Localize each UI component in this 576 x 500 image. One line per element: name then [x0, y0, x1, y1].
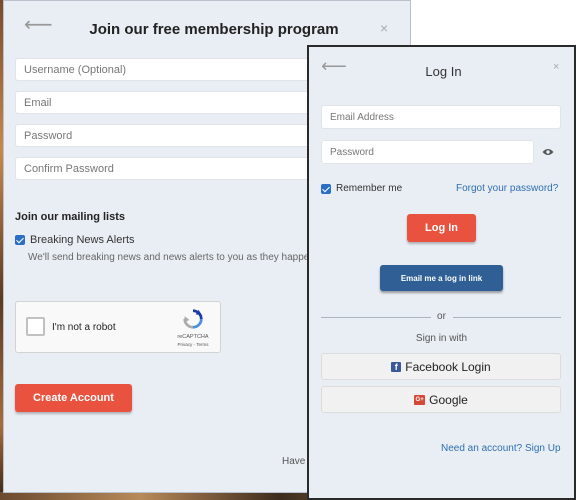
recaptcha-terms-link[interactable]: Privacy - Terms: [171, 342, 215, 347]
login-modal: ⟵ Log In × Email Address Password Rememb…: [307, 45, 576, 500]
back-arrow-icon[interactable]: ⟵: [24, 15, 53, 35]
google-plus-icon: G+: [414, 394, 426, 405]
sign-in-with-label: Sign in with: [415, 333, 468, 344]
close-icon[interactable]: ×: [553, 62, 559, 73]
password-field[interactable]: Password: [321, 140, 534, 164]
google-login-button[interactable]: G+ Google: [321, 386, 561, 413]
close-icon[interactable]: ×: [380, 21, 388, 35]
login-button[interactable]: Log In: [407, 214, 476, 242]
recaptcha-brand: reCAPTCHA: [177, 334, 209, 340]
recaptcha-widget: I'm not a robot reCAPTCHA Privacy - Term…: [15, 301, 221, 353]
email-login-link-button[interactable]: Email me a log in link: [380, 265, 503, 291]
breaking-news-label: Breaking News Alerts: [30, 234, 135, 246]
create-account-button[interactable]: Create Account: [15, 384, 132, 412]
facebook-icon: f: [391, 361, 402, 372]
eye-icon: [542, 149, 553, 155]
divider-right: [453, 317, 561, 318]
recaptcha-label: I'm not a robot: [52, 322, 116, 333]
forgot-password-link[interactable]: Forgot your password?: [456, 183, 558, 194]
remember-me-label: Remember me: [336, 183, 403, 194]
remember-me-row[interactable]: Remember me: [321, 183, 402, 194]
facebook-login-button[interactable]: f Facebook Login: [321, 353, 561, 380]
recaptcha-checkbox[interactable]: [26, 317, 45, 336]
breaking-news-checkbox[interactable]: [15, 235, 25, 245]
remember-me-checkbox[interactable]: [321, 183, 331, 194]
sign-up-link[interactable]: Need an account? Sign Up: [441, 443, 561, 454]
recaptcha-logo-icon: [183, 309, 203, 329]
email-address-field[interactable]: Email Address: [321, 105, 561, 129]
breaking-news-checkbox-row[interactable]: Breaking News Alerts: [15, 234, 135, 246]
show-password-toggle[interactable]: [534, 140, 561, 164]
facebook-login-label: Facebook Login: [405, 359, 491, 374]
google-login-label: Google: [429, 392, 468, 407]
mailing-lists-heading: Join our mailing lists: [15, 211, 126, 223]
signup-title: Join our free membership program: [89, 21, 339, 38]
login-title: Log In: [425, 64, 462, 79]
